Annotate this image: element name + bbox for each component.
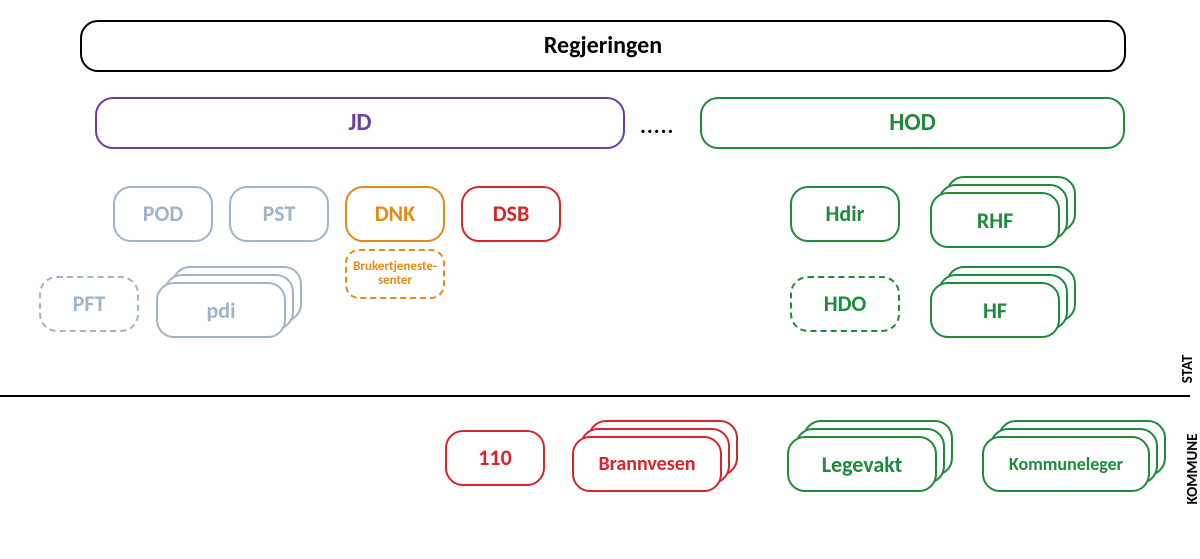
label-dnk: DNK bbox=[375, 202, 415, 226]
box-pft: PFT bbox=[39, 276, 139, 332]
box-110: 110 bbox=[445, 430, 545, 486]
stack-legevakt-layer: Legevakt bbox=[787, 436, 937, 492]
label-hod: HOD bbox=[889, 110, 936, 136]
stack-pdi: pdi bbox=[172, 266, 174, 268]
label-pst: PST bbox=[263, 202, 296, 226]
box-hod: HOD bbox=[700, 97, 1125, 149]
box-jd: JD bbox=[95, 97, 625, 149]
label-legevakt: Legevakt bbox=[822, 451, 903, 478]
stack-rhf: RHF bbox=[946, 176, 948, 178]
box-pod: POD bbox=[113, 186, 213, 242]
label-hdir: Hdir bbox=[826, 202, 865, 226]
sidelabel-stat: STAT bbox=[1179, 349, 1197, 389]
box-pst: PST bbox=[229, 186, 329, 242]
label-110: 110 bbox=[478, 446, 511, 470]
dots-between-ministries: ..... bbox=[640, 112, 674, 139]
box-hdo: HDO bbox=[790, 276, 900, 332]
stack-legevakt: Legevakt bbox=[803, 420, 805, 422]
stack-hf-layer: HF bbox=[930, 282, 1060, 338]
label-hf: HF bbox=[983, 297, 1007, 324]
label-rhf: RHF bbox=[977, 207, 1013, 234]
label-hdo: HDO bbox=[824, 292, 867, 316]
label-brukertjenestesenter: Brukertjeneste- senter bbox=[353, 260, 437, 289]
label-pft: PFT bbox=[73, 292, 106, 316]
stack-hf: HF bbox=[946, 266, 948, 268]
stack-brannvesen: Brannvesen bbox=[588, 420, 590, 422]
label-jd: JD bbox=[348, 110, 371, 136]
stack-kommuneleger: Kommuneleger bbox=[998, 420, 1000, 422]
box-regjeringen: Regjeringen bbox=[80, 20, 1126, 72]
sidelabel-kommune: KOMMUNE bbox=[1184, 429, 1200, 509]
box-dnk: DNK bbox=[345, 186, 445, 242]
box-brukertjenestesenter: Brukertjeneste- senter bbox=[345, 249, 445, 299]
label-pod: POD bbox=[143, 202, 183, 226]
label-dsb: DSB bbox=[493, 202, 530, 226]
divider-stat-kommune bbox=[0, 395, 1190, 397]
label-brannvesen: Brannvesen bbox=[598, 452, 695, 476]
label-kommuneleger: Kommuneleger bbox=[1009, 453, 1123, 475]
label-regjeringen: Regjeringen bbox=[544, 33, 662, 59]
box-dsb: DSB bbox=[461, 186, 561, 242]
stack-brannvesen-layer: Brannvesen bbox=[572, 436, 722, 492]
stack-pdi-layer: pdi bbox=[156, 282, 286, 338]
stack-rhf-layer: RHF bbox=[930, 192, 1060, 248]
label-stat: STAT bbox=[1179, 355, 1197, 384]
label-kommune: KOMMUNE bbox=[1184, 434, 1200, 505]
label-pdi: pdi bbox=[206, 297, 235, 324]
box-hdir: Hdir bbox=[790, 186, 900, 242]
stack-kommuneleger-layer: Kommuneleger bbox=[982, 436, 1150, 492]
